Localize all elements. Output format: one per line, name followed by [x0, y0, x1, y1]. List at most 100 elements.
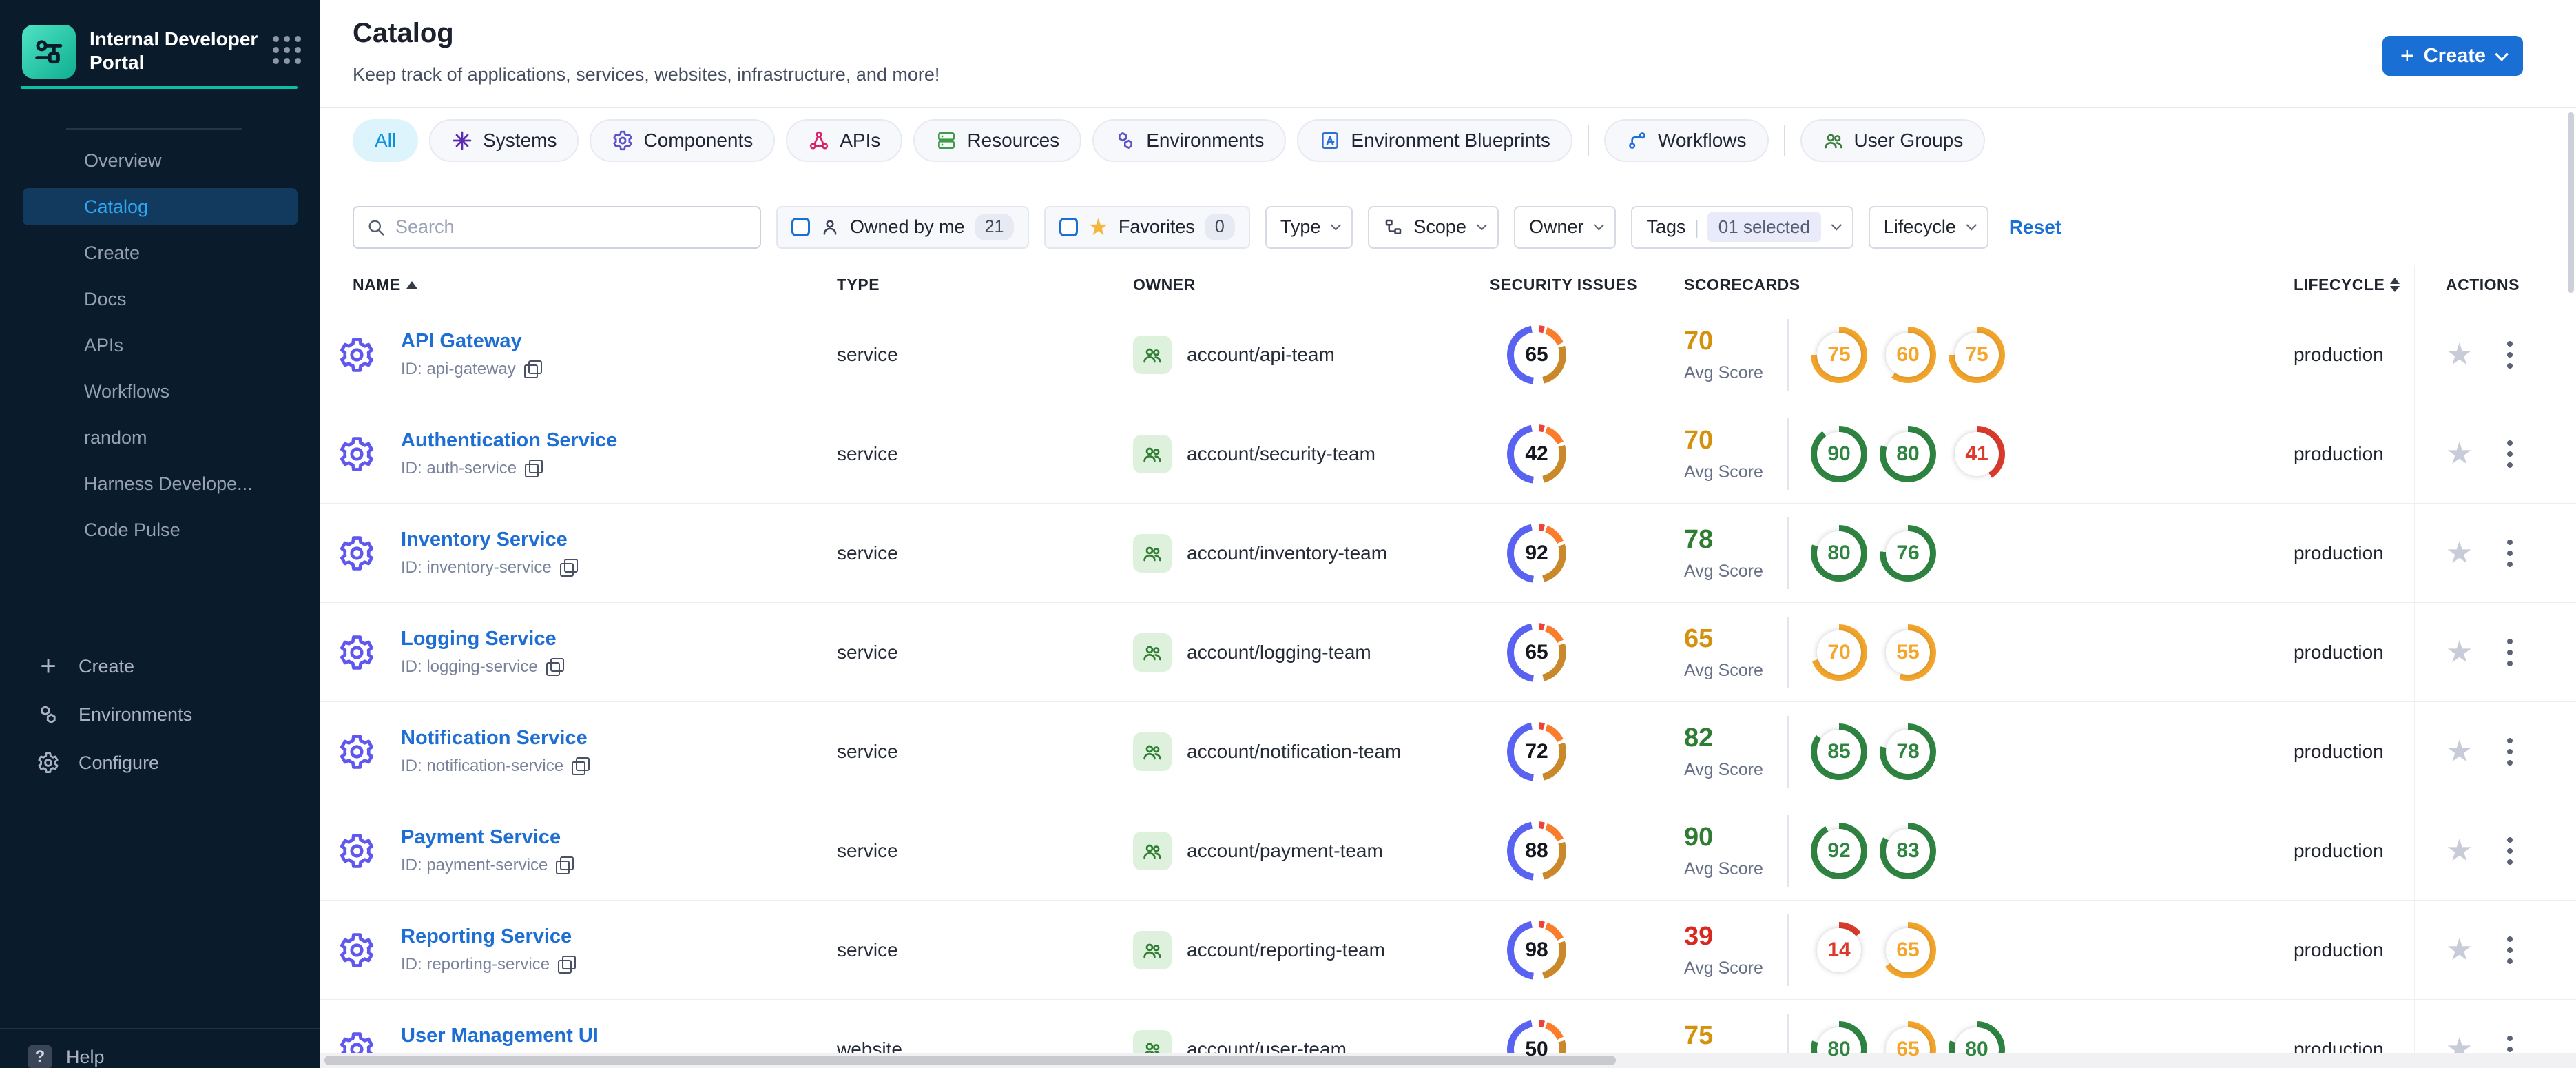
favorite-star-icon[interactable]: ★	[2446, 637, 2473, 668]
scorecard-ring[interactable]: 80	[1811, 524, 1867, 582]
row-menu-icon[interactable]	[2503, 932, 2517, 968]
sidebar-item-docs[interactable]: Docs	[23, 280, 298, 318]
owned-by-me-filter[interactable]: Owned by me 21	[776, 205, 1030, 249]
tab-all[interactable]: All	[353, 119, 419, 162]
scorecard-ring[interactable]: 75	[1949, 326, 2005, 383]
scorecard-ring[interactable]: 75	[1811, 326, 1867, 383]
filter-dropdown-owner[interactable]: Owner	[1513, 205, 1617, 249]
scorecard-ring[interactable]: 14	[1811, 921, 1867, 978]
sidebar-item-harness-develope-[interactable]: Harness Develope...	[23, 465, 298, 502]
sidebar-bottom-item-configure[interactable]: Configure	[0, 739, 320, 787]
scorecard-ring[interactable]: 80	[1880, 425, 1936, 482]
copy-icon[interactable]	[559, 559, 578, 577]
entity-owner[interactable]: account/reporting-team	[1187, 939, 1385, 961]
entity-name-link[interactable]: Payment Service	[401, 826, 574, 849]
scorecard-ring[interactable]: 78	[1880, 723, 1936, 780]
sidebar-item-workflows[interactable]: Workflows	[23, 373, 298, 410]
sidebar-item-create[interactable]: Create	[23, 234, 298, 271]
scorecard-ring[interactable]: 70	[1811, 624, 1867, 681]
favorites-filter[interactable]: ★ Favorites 0	[1044, 205, 1250, 249]
filter-dropdown-tags[interactable]: Tags | 01 selected	[1631, 205, 1853, 249]
reset-filters-link[interactable]: Reset	[2009, 216, 2061, 238]
lifecycle-value: production	[2294, 442, 2384, 464]
tab-components[interactable]: Components	[590, 119, 776, 162]
favorite-star-icon[interactable]: ★	[2446, 339, 2473, 370]
entity-name-link[interactable]: Notification Service	[401, 727, 590, 750]
name-block: Payment Service ID: payment-service	[401, 826, 574, 875]
scorecard-ring[interactable]: 92	[1811, 822, 1867, 879]
vertical-scrollbar-thumb[interactable]	[2568, 112, 2574, 293]
create-button[interactable]: + Create	[2382, 36, 2523, 76]
filter-dropdown-lifecycle[interactable]: Lifecycle	[1868, 205, 1988, 249]
column-header-name[interactable]: NAME	[320, 265, 818, 305]
copy-icon[interactable]	[572, 757, 590, 775]
row-menu-icon[interactable]	[2503, 734, 2517, 770]
copy-icon[interactable]	[525, 460, 543, 477]
row-menu-icon[interactable]	[2503, 337, 2517, 373]
sidebar-item-random[interactable]: random	[23, 419, 298, 456]
scorecard-ring[interactable]: 65	[1880, 1020, 1936, 1068]
entity-owner[interactable]: account/security-team	[1187, 443, 1375, 465]
row-menu-icon[interactable]	[2503, 436, 2517, 472]
filter-dropdown-scope[interactable]: Scope	[1368, 205, 1499, 249]
column-header-lifecycle[interactable]: LIFECYCLE	[2294, 265, 2414, 305]
scorecard-ring[interactable]: 41	[1949, 425, 2005, 482]
tab-user-groups[interactable]: User Groups	[1800, 119, 1986, 162]
tab-environments[interactable]: Environments	[1092, 119, 1287, 162]
horizontal-scrollbar-thumb[interactable]	[324, 1056, 1616, 1065]
sidebar-item-help[interactable]: ? Help	[0, 1029, 320, 1068]
owned-by-me-count: 21	[974, 214, 1015, 240]
entity-name-link[interactable]: Logging Service	[401, 628, 564, 650]
favorite-star-icon[interactable]: ★	[2446, 934, 2473, 965]
favorite-star-icon[interactable]: ★	[2446, 438, 2473, 469]
search-input[interactable]	[395, 216, 747, 238]
row-menu-icon[interactable]	[2503, 635, 2517, 670]
entity-name-link[interactable]: User Management UI	[401, 1025, 605, 1047]
app-switcher-icon[interactable]	[273, 36, 301, 64]
sidebar-item-code-pulse[interactable]: Code Pulse	[23, 511, 298, 548]
tab-workflows[interactable]: Workflows	[1603, 119, 1769, 162]
copy-icon[interactable]	[558, 956, 577, 974]
tab-systems[interactable]: Systems	[429, 119, 579, 162]
filter-dropdown-type[interactable]: Type	[1265, 205, 1353, 249]
copy-icon[interactable]	[523, 360, 542, 378]
favorites-checkbox[interactable]	[1059, 218, 1079, 236]
horizontal-scrollbar[interactable]	[320, 1053, 2576, 1068]
entity-name-link[interactable]: Authentication Service	[401, 429, 617, 452]
entity-owner[interactable]: account/logging-team	[1187, 641, 1371, 664]
copy-icon[interactable]	[546, 658, 564, 676]
favorite-star-icon[interactable]: ★	[2446, 537, 2473, 568]
scorecard-ring[interactable]: 55	[1880, 624, 1936, 681]
scorecard-ring[interactable]: 80	[1949, 1020, 2005, 1068]
row-menu-icon[interactable]	[2503, 833, 2517, 869]
copy-icon[interactable]	[556, 856, 574, 874]
sidebar-bottom-item-create[interactable]: + Create	[0, 642, 320, 690]
tab-apis[interactable]: APIs	[786, 119, 903, 162]
scorecard-ring[interactable]: 76	[1880, 524, 1936, 582]
entity-name-link[interactable]: Inventory Service	[401, 528, 578, 551]
favorite-star-icon[interactable]: ★	[2446, 736, 2473, 767]
scorecard-ring[interactable]: 90	[1811, 425, 1867, 482]
scorecard-ring[interactable]: 80	[1811, 1020, 1867, 1068]
entity-owner[interactable]: account/api-team	[1187, 344, 1335, 366]
name-cell: Authentication Service ID: auth-service	[320, 404, 818, 503]
sidebar-item-catalog[interactable]: Catalog	[23, 188, 298, 225]
hexagons-icon	[1114, 130, 1136, 152]
tab-resources[interactable]: Resources	[913, 119, 1082, 162]
scorecard-ring[interactable]: 60	[1880, 326, 1936, 383]
scorecard-ring[interactable]: 83	[1880, 822, 1936, 879]
row-menu-icon[interactable]	[2503, 535, 2517, 571]
owned-by-me-checkbox[interactable]	[791, 218, 810, 236]
scorecard-ring[interactable]: 65	[1880, 921, 1936, 978]
entity-name-link[interactable]: API Gateway	[401, 330, 542, 353]
entity-owner[interactable]: account/notification-team	[1187, 741, 1401, 763]
sidebar-item-apis[interactable]: APIs	[23, 327, 298, 364]
entity-owner[interactable]: account/inventory-team	[1187, 542, 1387, 564]
scorecard-ring[interactable]: 85	[1811, 723, 1867, 780]
sidebar-item-overview[interactable]: Overview	[23, 142, 298, 179]
favorite-star-icon[interactable]: ★	[2446, 835, 2473, 866]
entity-owner[interactable]: account/payment-team	[1187, 840, 1383, 862]
tab-environment-blueprints[interactable]: Environment Blueprints	[1297, 119, 1572, 162]
entity-name-link[interactable]: Reporting Service	[401, 925, 576, 948]
sidebar-bottom-item-environments[interactable]: Environments	[0, 690, 320, 739]
